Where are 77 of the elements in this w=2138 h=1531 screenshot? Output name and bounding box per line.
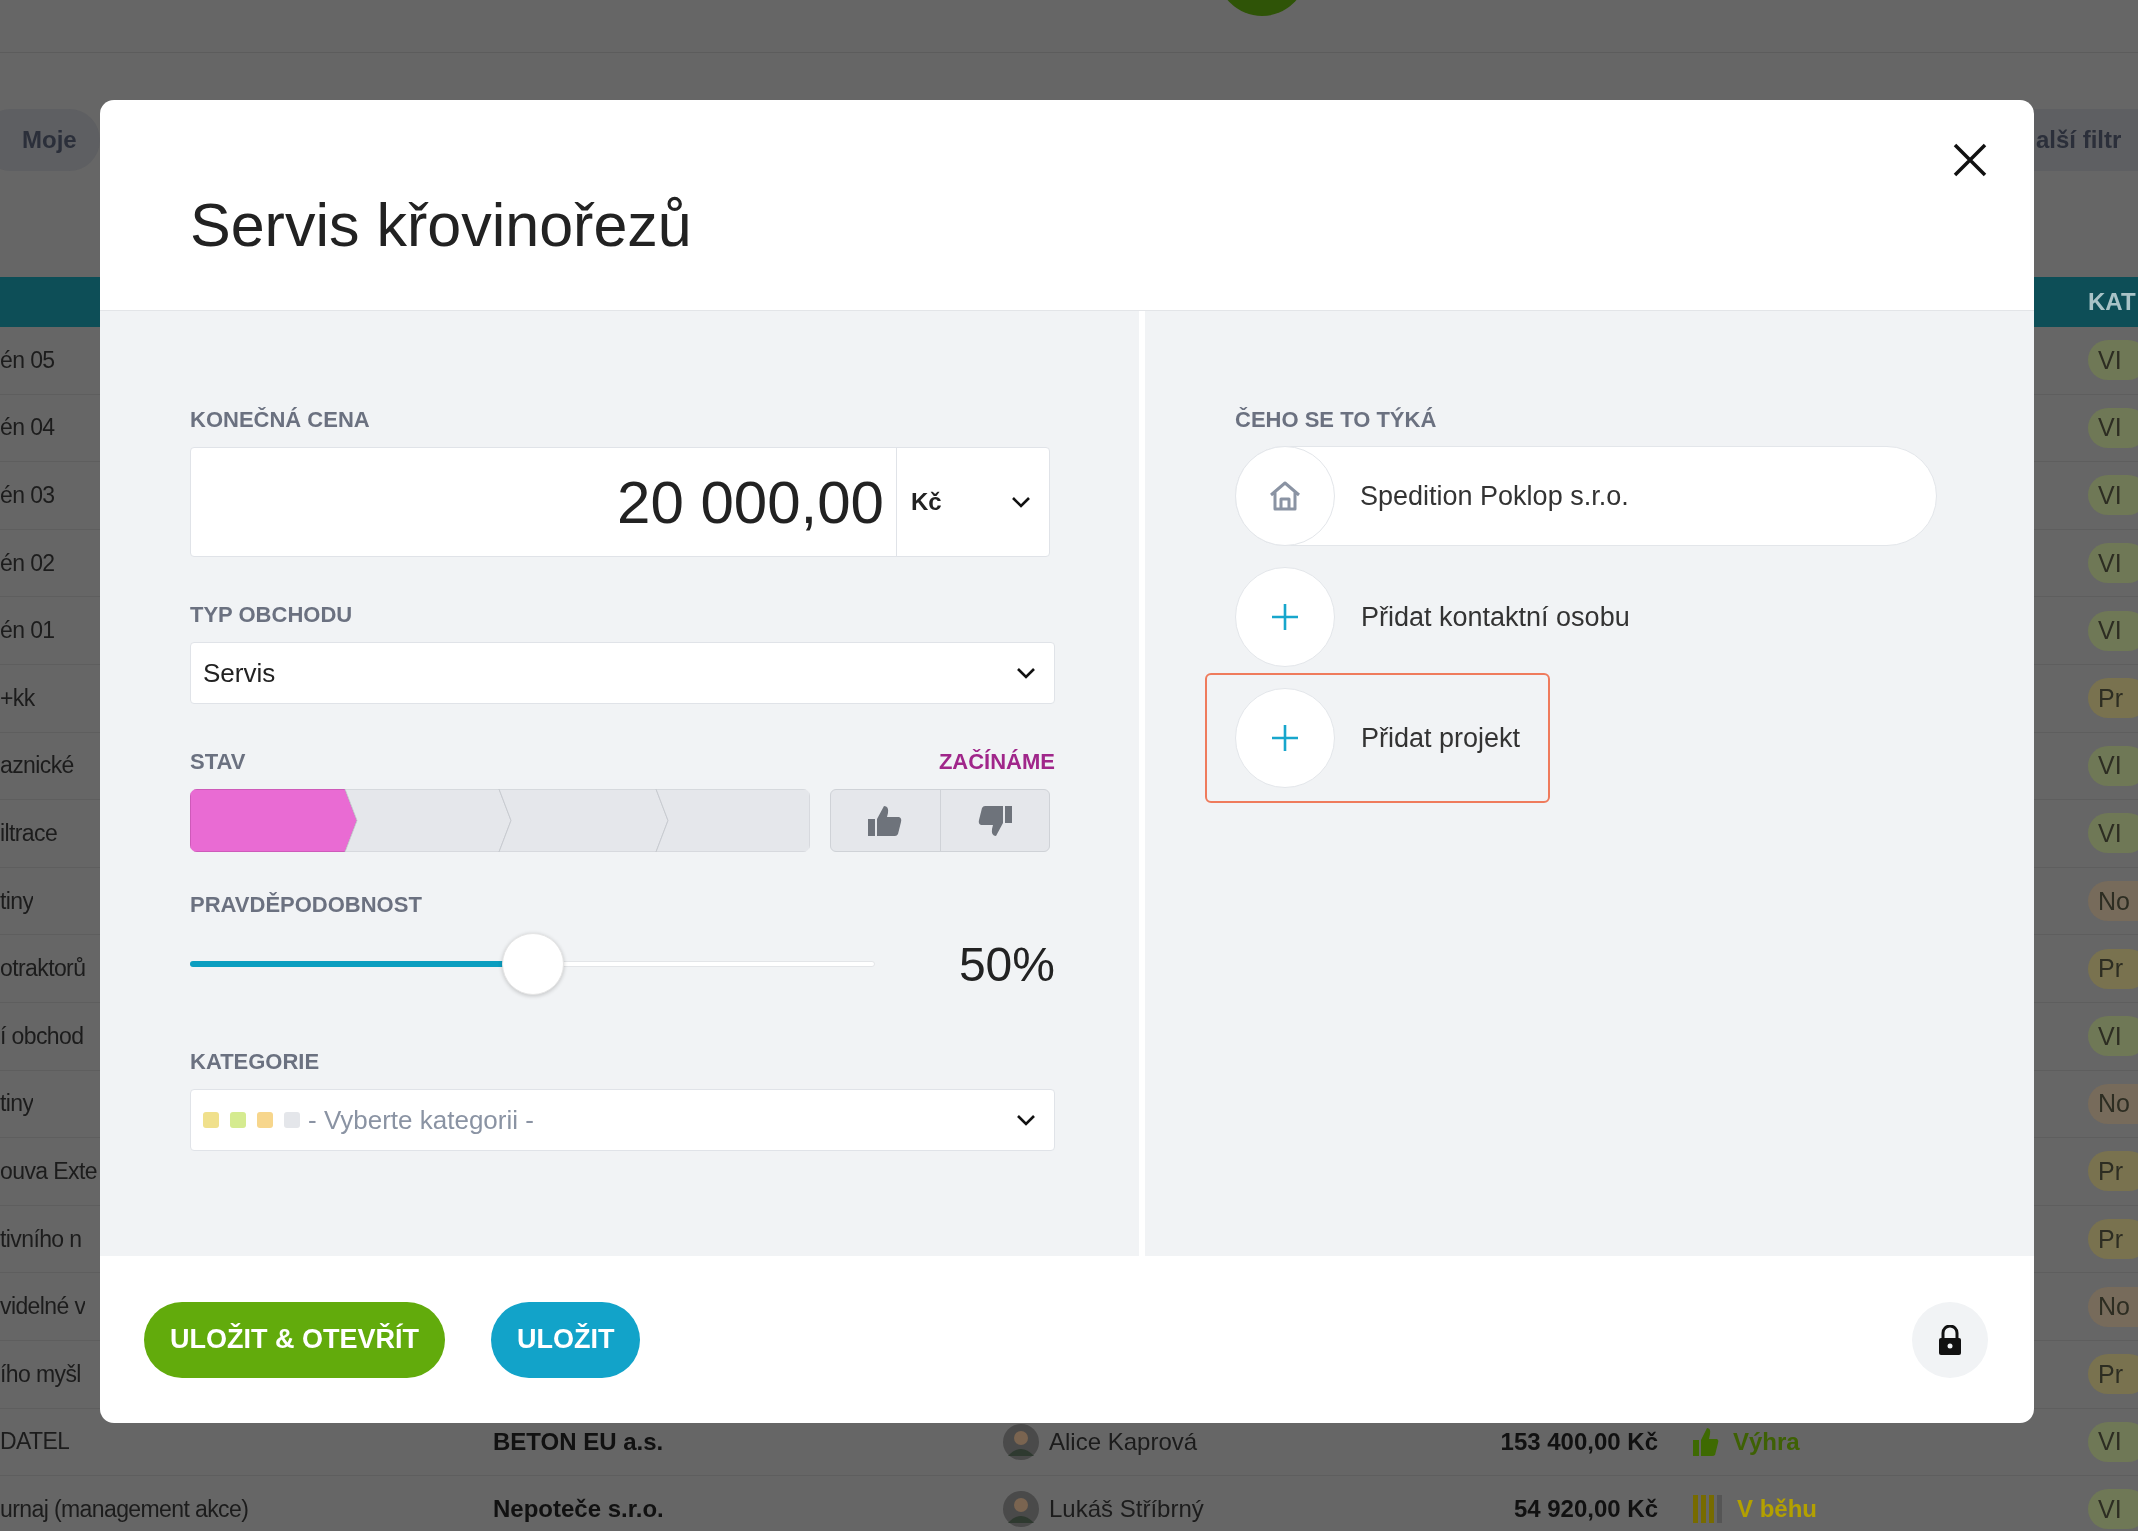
- field-label: STAV: [190, 749, 246, 775]
- add-link[interactable]: Přidat kontaktní osobu: [1235, 567, 1630, 667]
- table-cell: iltrace: [0, 819, 58, 847]
- table-cell: aznické: [0, 752, 74, 780]
- table-cell: tiny: [0, 1090, 34, 1118]
- table-cell: DATEL: [0, 1428, 70, 1456]
- status-text: V běhu: [1737, 1495, 1817, 1524]
- table-cell: én 03: [0, 482, 55, 509]
- person-name: Lukáš Stříbrný: [1049, 1495, 1204, 1524]
- chevron-down-icon: [1016, 1114, 1036, 1126]
- progress-bars-icon: [1693, 1495, 1723, 1524]
- category-tag: VI: [2088, 340, 2138, 381]
- status-text: Výhra: [1733, 1427, 1800, 1456]
- category-tag: VI: [2088, 1016, 2138, 1057]
- probability-value: 50%: [958, 936, 1055, 992]
- table-cell: BETON EU a.s.: [493, 1427, 664, 1456]
- thumbs-down-icon: [977, 805, 1012, 836]
- category-tag: No: [2088, 1083, 2138, 1124]
- category-tag: VI: [2088, 745, 2138, 786]
- category-tag: Pr: [2088, 1151, 2138, 1192]
- category-tag: No: [2088, 1286, 2138, 1327]
- table-cell: én 01: [0, 617, 55, 645]
- table-cell: ouva Exte: [0, 1157, 97, 1185]
- table-cell: én 04: [0, 414, 55, 442]
- field-label: TYP OBCHODU: [190, 602, 354, 628]
- category-tag: VI: [2088, 1489, 2138, 1530]
- table-cell-text: 153 400,00 Kč: [1499, 1427, 1658, 1456]
- thumbs-up-icon: [1693, 1427, 1719, 1456]
- probability-slider[interactable]: [190, 932, 875, 996]
- deal-type-dropdown[interactable]: Servis: [190, 642, 1055, 704]
- table-cell: tiny: [0, 887, 34, 915]
- table-cell: +kk: [0, 684, 35, 712]
- category-tag: VI: [2088, 610, 2138, 651]
- category-tag: Pr: [2088, 1219, 2138, 1259]
- category-tag: VI: [2088, 1421, 2138, 1462]
- table-cell: í obchod: [0, 1022, 84, 1050]
- category-tag: VI: [2088, 475, 2138, 516]
- table-cell: én 02: [0, 549, 55, 577]
- category-tag: No: [2088, 881, 2138, 922]
- currency-dropdown[interactable]: Kč: [897, 448, 1049, 556]
- thumbs-up-icon: [868, 805, 903, 836]
- plus-icon: [1271, 724, 1299, 752]
- table-cell: tivního n: [0, 1225, 82, 1253]
- house-icon: [1268, 480, 1302, 512]
- field-label: PRAVDĚPODOBNOST: [190, 892, 423, 918]
- category-tag: Pr: [2088, 678, 2138, 719]
- avatar: [1003, 1491, 1039, 1528]
- field-label: KONEČNÁ CENA: [190, 407, 371, 433]
- table-cell-text: 54 920,00 Kč: [1512, 1495, 1658, 1524]
- stage-name: ZAČÍNÁME: [938, 749, 1055, 775]
- avatar: [1003, 1423, 1039, 1460]
- field-label: KATEGORIE: [190, 1049, 321, 1075]
- person-name: Alice Kaprová: [1049, 1427, 1198, 1456]
- chevron-down-icon: [1016, 667, 1036, 679]
- field-label: ČEHO SE TO TÝKÁ: [1235, 407, 1438, 433]
- table-cell: ího myšl: [0, 1360, 81, 1388]
- table-cell: videlné v: [0, 1293, 86, 1321]
- slider-thumb[interactable]: [501, 933, 564, 995]
- column-header: KAT: [2087, 288, 2137, 316]
- add-link[interactable]: Přidat projekt: [1205, 673, 1551, 803]
- category-tag: Pr: [2088, 1354, 2138, 1395]
- company-link[interactable]: Spedition Poklop s.r.o.: [1235, 446, 1937, 546]
- table-cell: otraktorů: [0, 955, 86, 983]
- table-cell: én 05: [0, 346, 55, 374]
- table-cell: urnaj (management akce): [0, 1495, 249, 1523]
- amount-input[interactable]: 20 000,00: [191, 448, 897, 556]
- stage-step[interactable]: [344, 789, 512, 852]
- category-tag: VI: [2088, 407, 2138, 448]
- table-cell: Nepoteče s.r.o.: [493, 1495, 664, 1524]
- chevron-down-icon: [1011, 496, 1031, 508]
- stage-step[interactable]: [190, 789, 358, 852]
- category-tag: VI: [2088, 543, 2138, 584]
- plus-icon: [1271, 603, 1299, 631]
- price-field[interactable]: 20 000,00 Kč: [190, 447, 1050, 557]
- category-tag: VI: [2088, 813, 2138, 854]
- modal-title: Servis křovinořezů: [190, 190, 692, 260]
- category-tag: Pr: [2088, 948, 2138, 989]
